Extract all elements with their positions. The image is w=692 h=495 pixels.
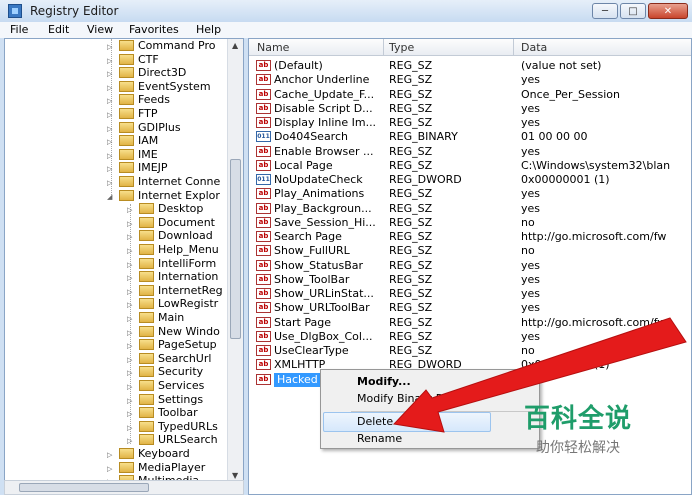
- registry-editor-window: Registry Editor ─ □ ✕ File Edit View Fav…: [0, 0, 692, 495]
- watermark-subtitle: 助你轻松解决: [536, 440, 620, 456]
- watermark-title: 百科全说: [523, 404, 632, 434]
- watermark: 百科全说 助你轻松解决: [508, 398, 648, 457]
